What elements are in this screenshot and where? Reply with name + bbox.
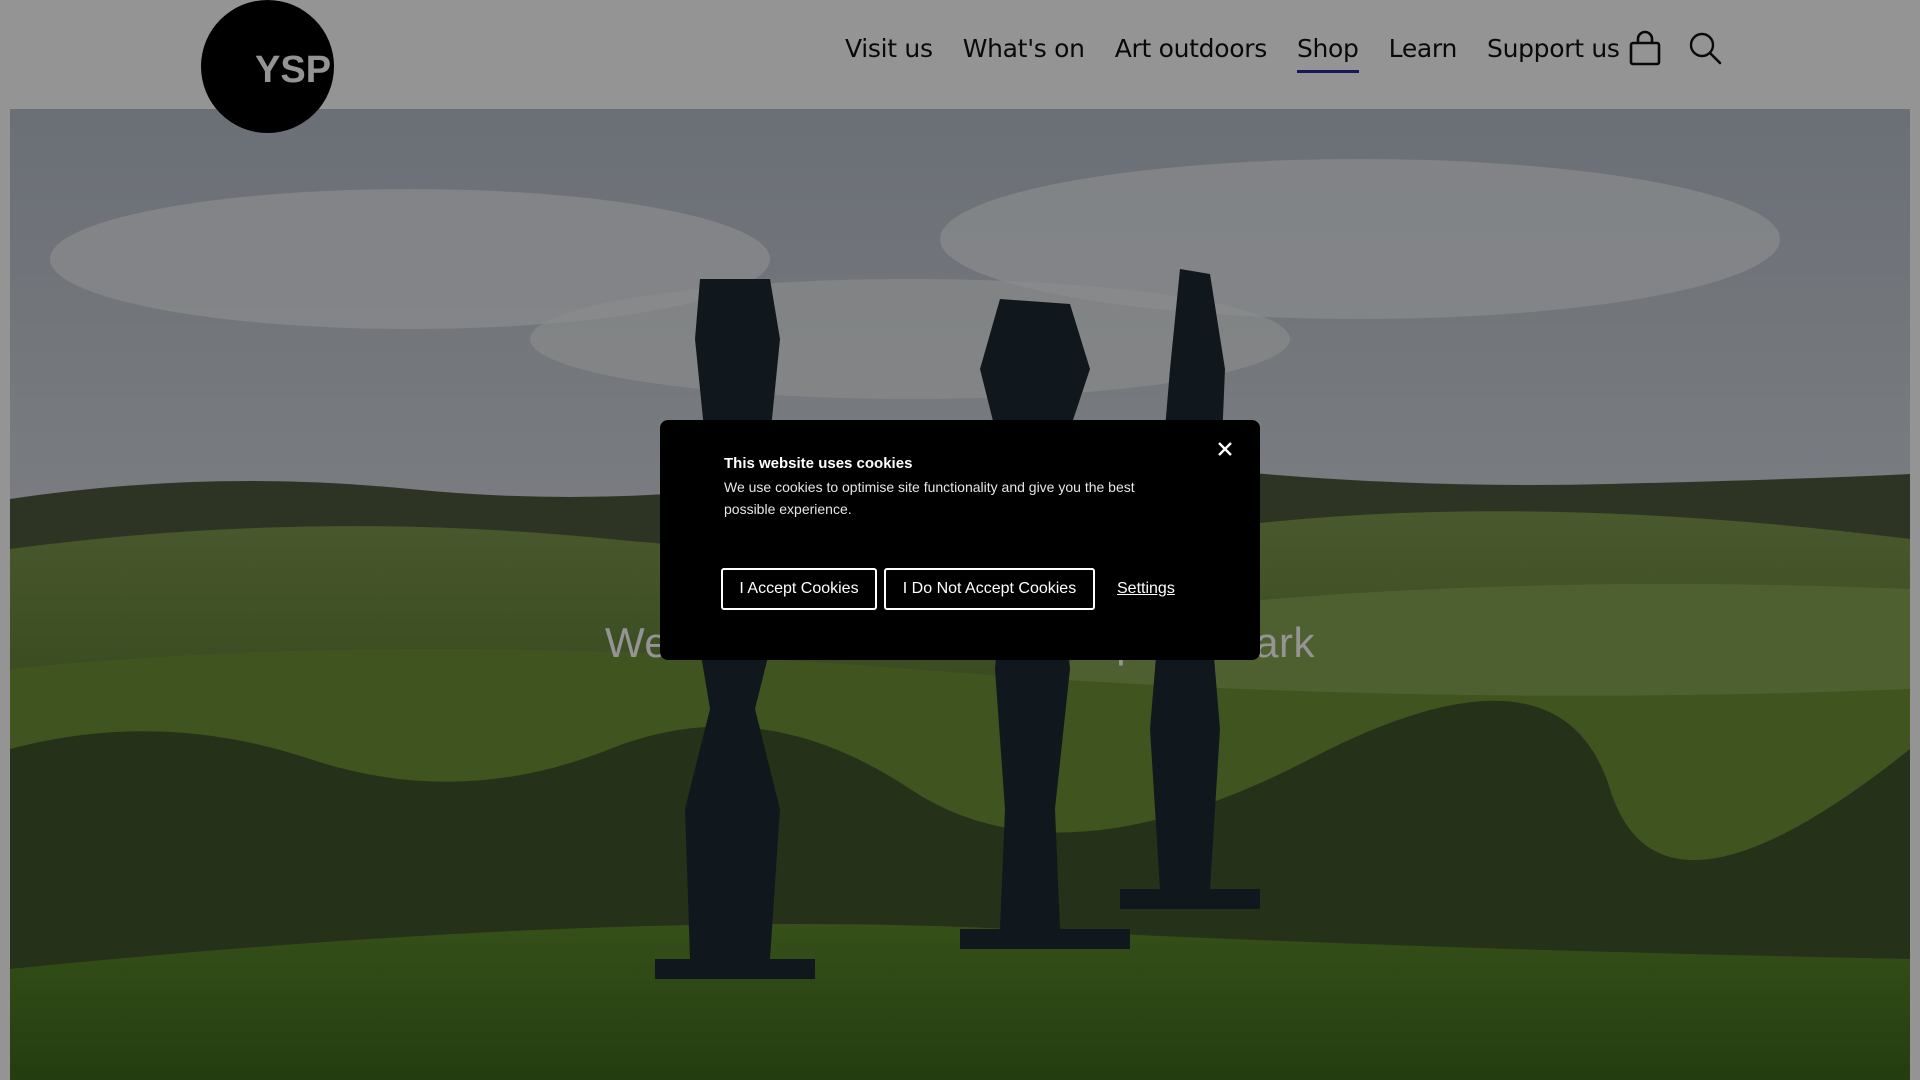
cookie-dialog-text: We use cookies to optimise site function… bbox=[724, 479, 1135, 517]
close-icon[interactable] bbox=[1214, 438, 1236, 460]
decline-cookies-button[interactable]: I Do Not Accept Cookies bbox=[884, 568, 1095, 610]
cookie-consent-dialog: This website uses cookies We use cookies… bbox=[660, 420, 1260, 660]
accept-cookies-button[interactable]: I Accept Cookies bbox=[721, 568, 877, 610]
page: YSP Visit us What's on Art outdoors Shop… bbox=[0, 0, 1920, 1080]
cookie-settings-link[interactable]: Settings bbox=[1117, 580, 1175, 598]
cookie-dialog-title: This website uses cookies bbox=[724, 455, 913, 472]
